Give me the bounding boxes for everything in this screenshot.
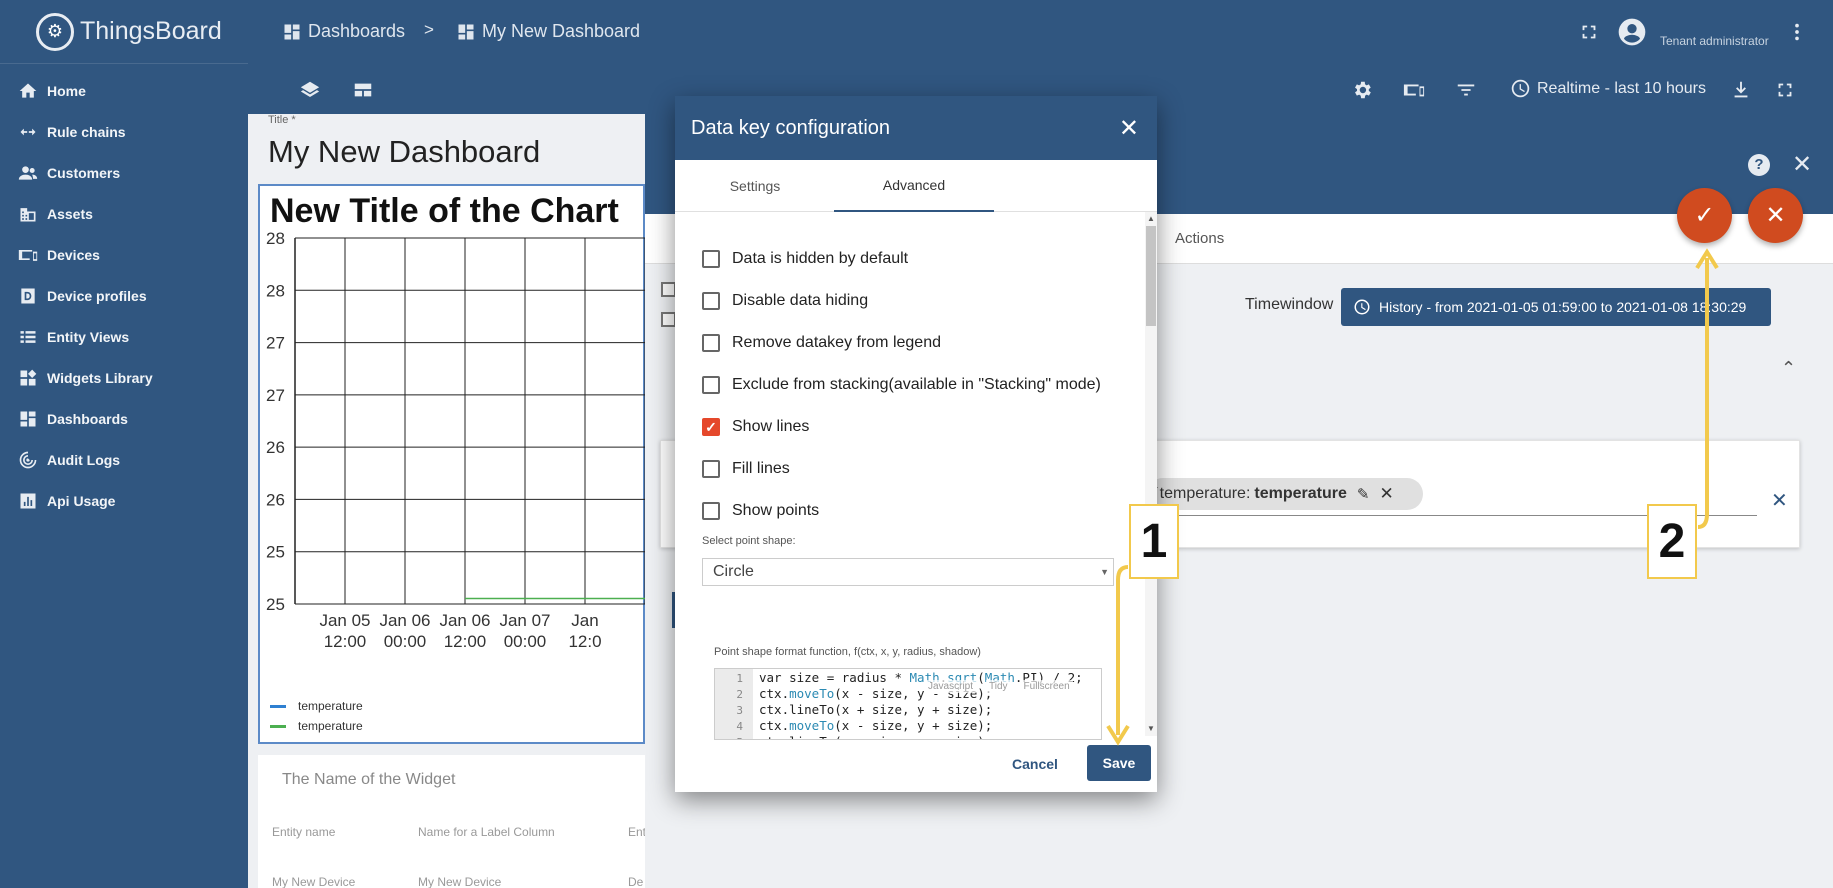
annotation-arrow-2 bbox=[1697, 258, 1709, 529]
annotation-step-2: 2 bbox=[1647, 504, 1697, 579]
annotation-step-1: 1 bbox=[1129, 504, 1179, 579]
annotation-arrow-1 bbox=[1116, 565, 1129, 735]
annotation-arrows bbox=[1106, 248, 1719, 746]
